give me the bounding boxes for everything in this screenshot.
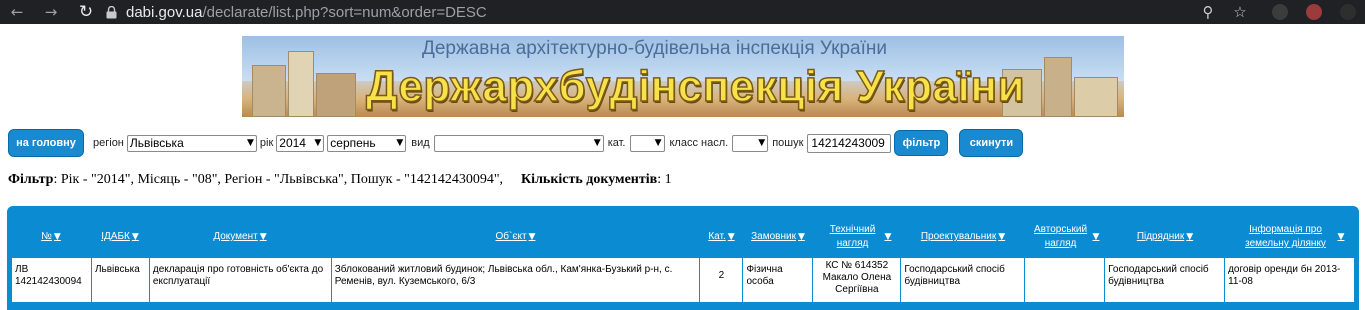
- cell-document: декларація про готовність об'єкта до екс…: [150, 258, 332, 302]
- cell-land-info: договір оренди бн 2013-11-08: [1225, 258, 1355, 302]
- banner-building: [288, 51, 314, 117]
- column-header-document[interactable]: Документ ▼: [149, 216, 331, 258]
- banner-building: [316, 73, 356, 117]
- cell-customer: Фізична особа: [743, 258, 814, 302]
- filter-summary-text: : Рік - "2014", Місяць - "08", Регіон - …: [53, 172, 504, 187]
- star-icon[interactable]: ☆: [1231, 3, 1249, 21]
- type-label: вид: [411, 137, 430, 149]
- category-select[interactable]: ▼: [629, 134, 665, 152]
- banner-building: [1074, 77, 1118, 117]
- region-select[interactable]: Львівська ▼: [126, 134, 257, 152]
- sort-icon: ▼: [53, 232, 61, 242]
- column-header-idabk[interactable]: ІДАБК ▼: [91, 216, 149, 258]
- table-row: ЛВ 142142430094 Львівська декларація про…: [11, 258, 1355, 302]
- browser-toolbar: ← → ↻ dabi.gov.ua/declarate/list.php?sor…: [0, 0, 1365, 24]
- back-icon[interactable]: ←: [4, 0, 30, 24]
- sort-icon: ▼: [797, 232, 805, 242]
- filter-summary-label: Фільтр: [8, 172, 54, 187]
- cell-number: ЛВ 142142430094: [12, 258, 92, 302]
- site-banner: Державна архітектурно-будівельна інспекц…: [242, 36, 1124, 117]
- table-header-row: № ▼ ІДАБК ▼ Документ ▼ Об`єкт ▼ Кат. ▼ Замовн…: [11, 216, 1355, 258]
- sort-icon: ▼: [998, 232, 1006, 242]
- zoom-icon[interactable]: ⚲: [1199, 3, 1217, 21]
- sort-icon: ▼: [727, 232, 735, 242]
- cell-designer: Господарський спосіб будівництва: [901, 258, 1026, 302]
- lock-icon: [104, 3, 118, 21]
- document-count-value: : 1: [657, 172, 672, 187]
- sort-icon: ▼: [528, 232, 536, 242]
- home-button[interactable]: на головну: [8, 129, 84, 157]
- cell-author-supervision: [1025, 258, 1106, 302]
- chevron-down-icon: ▼: [246, 138, 254, 148]
- column-header-customer[interactable]: Замовник ▼: [743, 216, 813, 258]
- chevron-down-icon: ▼: [654, 138, 662, 148]
- filter-summary: Фільтр: Рік - "2014", Місяць - "08", Рег…: [8, 172, 672, 188]
- sort-icon: ▼: [884, 232, 892, 242]
- url-path: /declarate/list.php?sort=num&order=DESC: [202, 3, 487, 21]
- banner-building: [1044, 57, 1072, 117]
- sort-icon: ▼: [1092, 232, 1100, 242]
- chevron-down-icon: ▼: [593, 138, 601, 148]
- column-header-category[interactable]: Кат. ▼: [700, 216, 743, 258]
- extension-icon[interactable]: [1272, 4, 1288, 20]
- cell-category: 2: [700, 258, 744, 302]
- column-header-technical-supervision[interactable]: Технічний нагляд ▼: [813, 216, 901, 258]
- banner-building: [252, 65, 286, 117]
- month-select[interactable]: серпень ▼: [327, 134, 407, 152]
- category-label: кат.: [607, 137, 626, 149]
- column-header-contractor[interactable]: Підрядник ▼: [1105, 216, 1225, 258]
- forward-icon[interactable]: →: [38, 0, 64, 24]
- column-header-designer[interactable]: Проектувальник ▼: [901, 216, 1025, 258]
- menu-icon[interactable]: [1340, 4, 1356, 20]
- sort-icon: ▼: [259, 232, 267, 242]
- results-table: № ▼ ІДАБК ▼ Документ ▼ Об`єкт ▼ Кат. ▼ Замовн…: [7, 206, 1359, 310]
- reset-button[interactable]: скинути: [959, 129, 1024, 157]
- address-bar[interactable]: dabi.gov.ua/declarate/list.php?sort=num&…: [104, 0, 1259, 24]
- cell-idabk: Львівська: [92, 258, 150, 302]
- year-value: 2014: [279, 136, 306, 150]
- chevron-down-icon: ▼: [758, 138, 766, 148]
- cell-contractor: Господарський спосіб будівництва: [1105, 258, 1226, 302]
- document-count-label: Кількість документів: [521, 172, 658, 187]
- reload-icon[interactable]: ↻: [73, 0, 99, 24]
- region-value: Львівська: [129, 136, 184, 150]
- banner-title: Держархбудінспекція України: [365, 61, 1026, 112]
- url-host: dabi.gov.ua: [126, 3, 203, 21]
- results-table-body: № ▼ ІДАБК ▼ Документ ▼ Об`єкт ▼ Кат. ▼ Замовн…: [11, 216, 1355, 302]
- profile-avatar[interactable]: [1306, 4, 1322, 20]
- filter-bar: на головну регіон Львівська ▼ рік 2014 ▼ с…: [8, 129, 1024, 157]
- class-select[interactable]: ▼: [732, 134, 769, 152]
- banner-subtitle: Державна архітектурно-будівельна інспекц…: [422, 38, 887, 59]
- class-label: класс насл.: [669, 137, 729, 149]
- chevron-down-icon: ▼: [314, 138, 322, 148]
- sort-icon: ▼: [1337, 232, 1345, 242]
- column-header-author-supervision[interactable]: Авторський нагляд ▼: [1025, 216, 1105, 258]
- region-label: регіон: [93, 137, 124, 149]
- cell-technical-supervision: КС № 614352 Макало Олена Сергіївна: [813, 258, 902, 302]
- filter-button[interactable]: фільтр: [894, 130, 949, 156]
- column-header-object[interactable]: Об`єкт ▼: [331, 216, 700, 258]
- year-label: рік: [259, 137, 274, 149]
- search-input[interactable]: 14214243009: [807, 133, 892, 153]
- type-select[interactable]: ▼: [433, 134, 604, 152]
- year-select[interactable]: 2014 ▼: [276, 134, 325, 152]
- chevron-down-icon: ▼: [396, 138, 404, 148]
- cell-object: Зблокований житловий будинок; Львівська …: [332, 258, 701, 302]
- sort-icon: ▼: [131, 232, 139, 242]
- column-header-number[interactable]: № ▼: [11, 216, 91, 258]
- month-value: серпень: [330, 136, 376, 150]
- column-header-land-info[interactable]: Інформація про земельну ділянку ▼: [1225, 216, 1355, 258]
- sort-icon: ▼: [1186, 232, 1194, 242]
- search-label: пошук: [772, 137, 804, 149]
